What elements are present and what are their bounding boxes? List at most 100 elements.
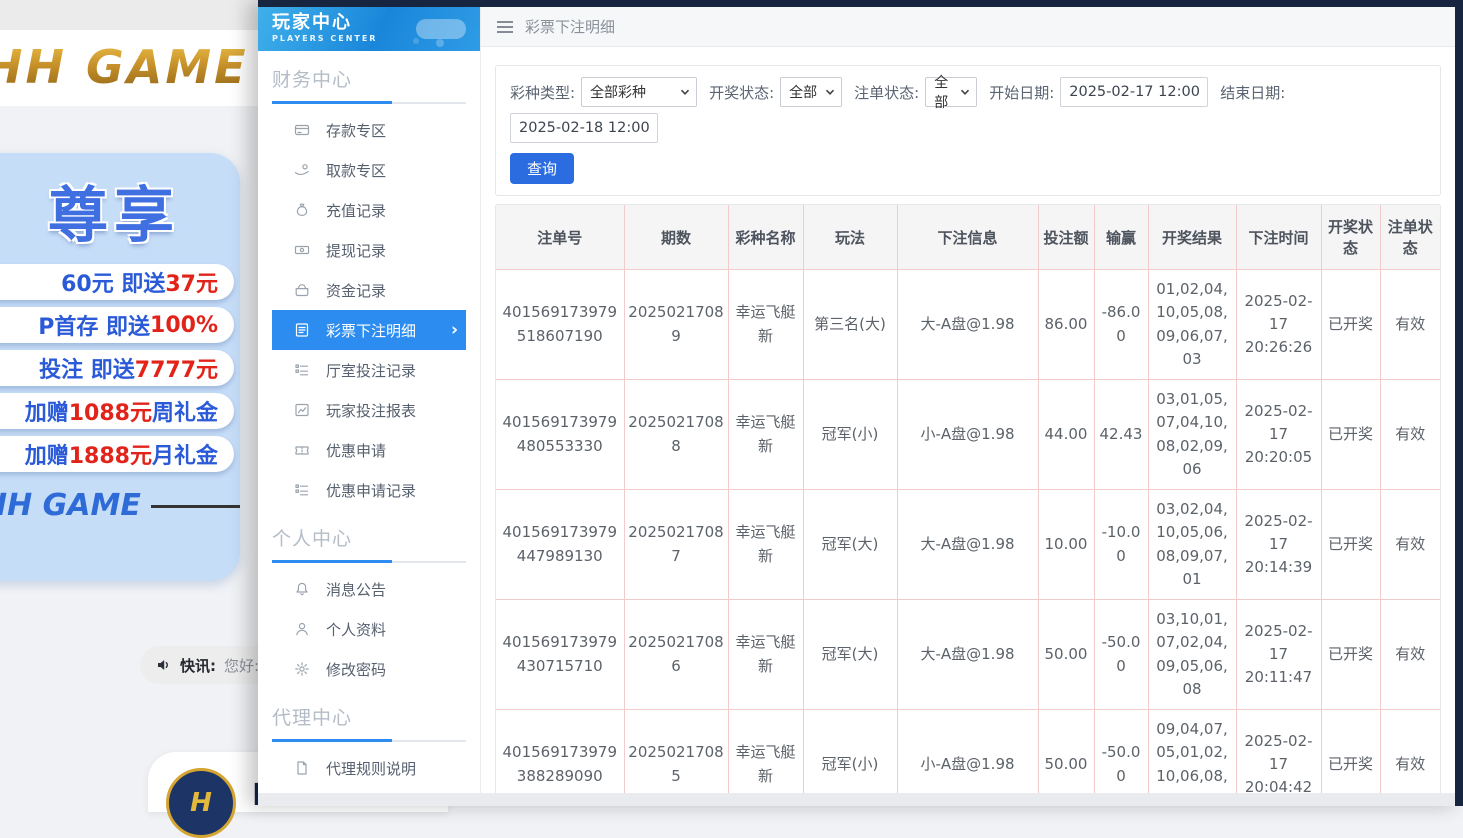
sidebar-item-取款专区[interactable]: 取款专区›: [272, 150, 466, 190]
table-cell: -50.00: [1094, 710, 1148, 794]
table-cell: -50.00: [1094, 600, 1148, 710]
table-cell: 冠军(小): [803, 710, 897, 794]
sidebar: 玩家中心 PLAYERS CENTER 财务中心存款专区›取款专区›充值记录›提…: [258, 7, 481, 793]
table-cell: 有效: [1380, 380, 1440, 490]
sidebar-item-label: 个人资料: [326, 619, 466, 640]
table-cell: 20250217089: [624, 270, 728, 380]
sidebar-item-消息公告[interactable]: 消息公告›: [272, 569, 466, 609]
table-cell: 冠军(小): [803, 380, 897, 490]
table-cell: 20250217086: [624, 600, 728, 710]
table-cell: 幸运飞艇新: [728, 710, 803, 794]
draw-status-select[interactable]: 全部: [780, 77, 842, 107]
gamepad-icon: [410, 11, 472, 49]
table-cell: 2025-02-17 20:04:42: [1236, 710, 1321, 794]
sidebar-item-优惠申请[interactable]: 优惠申请›: [272, 430, 466, 470]
query-button[interactable]: 查询: [510, 153, 574, 184]
table-cell: 第三名(大): [803, 270, 897, 380]
table-cell: 大-A盘@1.98: [897, 270, 1038, 380]
cash-icon: [294, 242, 310, 258]
main-content: 彩票下注明细 彩种类型: 全部彩种 开奖状态: 全部 注单状态: 全部: [481, 7, 1455, 793]
player-center-panel: 玩家中心 PLAYERS CENTER 财务中心存款专区›取款专区›充值记录›提…: [258, 0, 1463, 806]
table-cell: 50.00: [1038, 710, 1094, 794]
end-date-input[interactable]: [510, 113, 658, 143]
table-cell: 大-A盘@1.98: [897, 600, 1038, 710]
table-cell: 86.00: [1038, 270, 1094, 380]
bets-table-container: 注单号期数彩种名称玩法下注信息投注额输赢开奖结果下注时间开奖状态注单状态4015…: [495, 204, 1441, 793]
table-cell: 401569173979518607190: [496, 270, 624, 380]
lottery-type-select[interactable]: 全部彩种: [581, 77, 697, 107]
table-cell: 大-A盘@1.98: [897, 490, 1038, 600]
sidebar-item-label: 存款专区: [326, 120, 466, 141]
table-cell: 401569173979430715710: [496, 600, 624, 710]
table-cell: -86.00: [1094, 270, 1148, 380]
table-cell: 42.43: [1094, 380, 1148, 490]
sidebar-item-彩票下注明细[interactable]: 彩票下注明细›: [272, 310, 466, 350]
column-header: 开奖结果: [1148, 205, 1236, 270]
list-icon: [294, 482, 310, 498]
table-cell: 已开奖: [1321, 600, 1380, 710]
column-header: 输赢: [1094, 205, 1148, 270]
table-cell: 幸运飞艇新: [728, 600, 803, 710]
lottery-type-label: 彩种类型:: [510, 82, 575, 103]
sidebar-item-label: 优惠申请记录: [326, 480, 466, 501]
promo-pill: P首存 即送100%: [0, 307, 234, 343]
sidebar-item-label: 充值记录: [326, 200, 466, 221]
menu-icon[interactable]: [497, 21, 513, 33]
table-row: 40156917397951860719020250217089幸运飞艇新第三名…: [496, 270, 1440, 380]
person-icon: [294, 621, 310, 637]
table-cell: 已开奖: [1321, 380, 1380, 490]
sidebar-item-充值记录[interactable]: 充值记录›: [272, 190, 466, 230]
table-cell: 20250217085: [624, 710, 728, 794]
order-status-select[interactable]: 全部: [925, 77, 977, 107]
promo-pill: 60元 即送37元: [0, 264, 234, 300]
promo-pill-list: 60元 即送37元P首存 即送100%投注 即送7777元加赠1088元周礼金加…: [0, 264, 240, 472]
sidebar-item-优惠申请记录[interactable]: 优惠申请记录›: [272, 470, 466, 510]
start-date-input[interactable]: [1060, 77, 1208, 107]
table-row: 40156917397944798913020250217087幸运飞艇新冠军(…: [496, 490, 1440, 600]
column-header: 彩种名称: [728, 205, 803, 270]
table-cell: 03,02,04,10,05,06,08,09,07,01: [1148, 490, 1236, 600]
sidebar-item-label: 修改密码: [326, 659, 466, 680]
sidebar-item-修改密码[interactable]: 修改密码›: [272, 649, 466, 689]
table-cell: 20250217088: [624, 380, 728, 490]
ticket-icon: [294, 442, 310, 458]
sidebar-item-玩家投注报表[interactable]: 玩家投注报表›: [272, 390, 466, 430]
sidebar-item-存款专区[interactable]: 存款专区›: [272, 110, 466, 150]
bank-card-icon: [294, 122, 310, 138]
table-cell: 有效: [1380, 490, 1440, 600]
promo-pill: 加赠1088元周礼金: [0, 393, 234, 429]
table-cell: 401569173979480553330: [496, 380, 624, 490]
sidebar-item-提现记录[interactable]: 提现记录›: [272, 230, 466, 270]
column-header: 开奖状态: [1321, 205, 1380, 270]
sidebar-item-个人资料[interactable]: 个人资料›: [272, 609, 466, 649]
section-divider: [272, 102, 466, 104]
table-cell: 03,01,05,07,04,10,08,02,09,06: [1148, 380, 1236, 490]
list-icon: [294, 362, 310, 378]
promo-pill: 加赠1888元月礼金: [0, 436, 234, 472]
brand-dash: [151, 505, 240, 508]
chevron-down-icon: [825, 87, 835, 97]
column-header: 下注时间: [1236, 205, 1321, 270]
sidebar-item-label: 资金记录: [326, 280, 466, 301]
page-title: 彩票下注明细: [525, 16, 615, 37]
table-cell: 已开奖: [1321, 270, 1380, 380]
sidebar-item-厅室投注记录[interactable]: 厅室投注记录›: [272, 350, 466, 390]
document-icon: [294, 760, 310, 776]
table-cell: 有效: [1380, 710, 1440, 794]
sidebar-section-title: 代理中心: [272, 703, 466, 730]
section-divider: [272, 740, 466, 742]
column-header: 投注额: [1038, 205, 1094, 270]
frame-top-strip: [258, 0, 1463, 7]
gear-icon: [294, 661, 310, 677]
chart-icon: [294, 402, 310, 418]
sidebar-header: 玩家中心 PLAYERS CENTER: [258, 7, 480, 51]
speaker-icon: [156, 657, 172, 673]
sidebar-item-label: 优惠申请: [326, 440, 466, 461]
table-cell: 10.00: [1038, 490, 1094, 600]
ticker-message: 您好:: [224, 655, 259, 676]
content-topbar: 彩票下注明细: [481, 7, 1455, 47]
promo-banner: 尊享 60元 即送37元P首存 即送100%投注 即送7777元加赠1088元周…: [0, 153, 240, 581]
sidebar-item-代理规则说明[interactable]: 代理规则说明›: [272, 748, 466, 788]
table-cell: 冠军(大): [803, 490, 897, 600]
sidebar-item-资金记录[interactable]: 资金记录›: [272, 270, 466, 310]
